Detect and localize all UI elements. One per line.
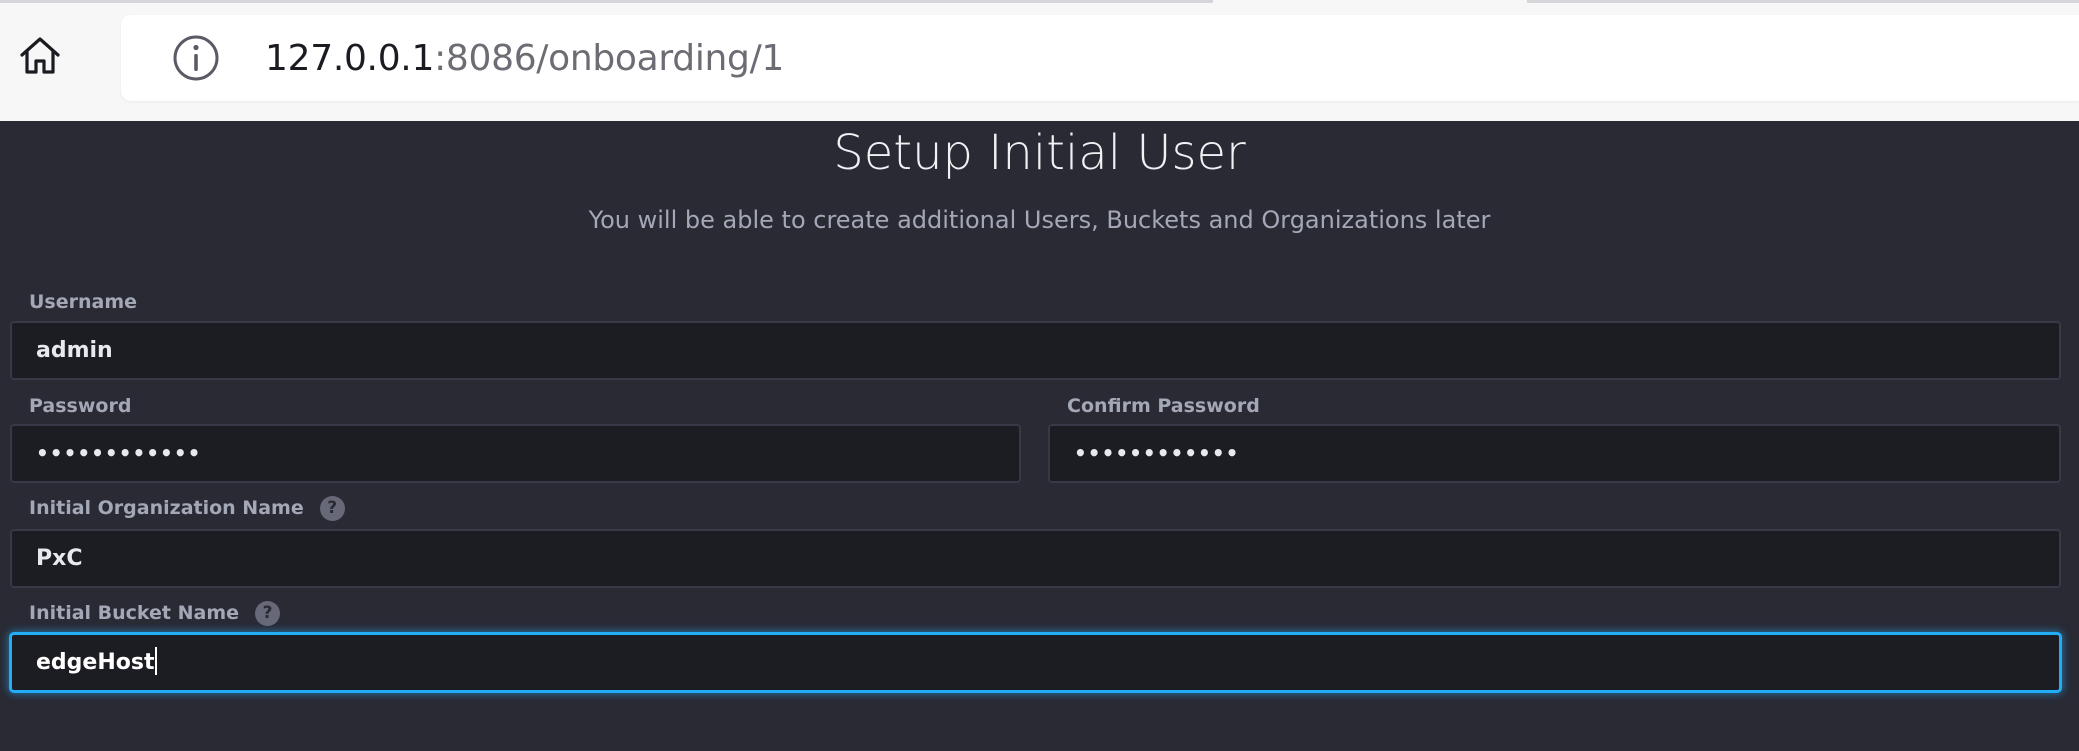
home-button[interactable]: [10, 26, 70, 86]
onboarding-page: Setup Initial User You will be able to c…: [0, 121, 2079, 751]
password-input[interactable]: ••••••••••••: [10, 424, 1021, 483]
address-bar[interactable]: 127.0.0.1:8086/onboarding/1: [121, 15, 2079, 101]
bucket-name-label: Initial Bucket Name ?: [29, 600, 281, 626]
org-name-label-text: Initial Organization Name: [29, 497, 304, 519]
url-path: :8086/onboarding/1: [434, 38, 785, 79]
page-subtitle: You will be able to create additional Us…: [588, 206, 1491, 234]
bucket-name-value: edgeHost: [36, 650, 155, 675]
browser-chrome: 127.0.0.1:8086/onboarding/1: [0, 0, 2079, 121]
org-name-label: Initial Organization Name ?: [29, 495, 345, 521]
tab-strip-edge: [1527, 0, 2079, 3]
username-input[interactable]: admin: [10, 321, 2061, 380]
tab-strip-edge: [0, 0, 1213, 3]
username-label-text: Username: [29, 291, 138, 313]
home-icon: [20, 37, 60, 74]
bucket-name-help-icon[interactable]: ?: [255, 600, 281, 626]
url-text[interactable]: 127.0.0.1:8086/onboarding/1: [265, 37, 784, 81]
text-caret: [155, 647, 158, 675]
org-name-input[interactable]: PxC: [10, 529, 2061, 588]
bucket-name-label-text: Initial Bucket Name: [29, 602, 240, 624]
info-icon[interactable]: [171, 33, 221, 83]
password-label: Password: [29, 393, 131, 419]
confirm-password-label-text: Confirm Password: [1067, 395, 1260, 417]
username-label: Username: [29, 289, 137, 315]
page-title: Setup Initial User: [833, 125, 1246, 181]
org-name-help-icon[interactable]: ?: [319, 495, 345, 521]
confirm-password-input[interactable]: ••••••••••••: [1048, 424, 2061, 483]
password-label-text: Password: [29, 395, 132, 417]
url-host: 127.0.0.1: [265, 38, 435, 79]
bucket-name-input[interactable]: edgeHost: [10, 633, 2061, 692]
confirm-password-label: Confirm Password: [1067, 393, 1260, 419]
